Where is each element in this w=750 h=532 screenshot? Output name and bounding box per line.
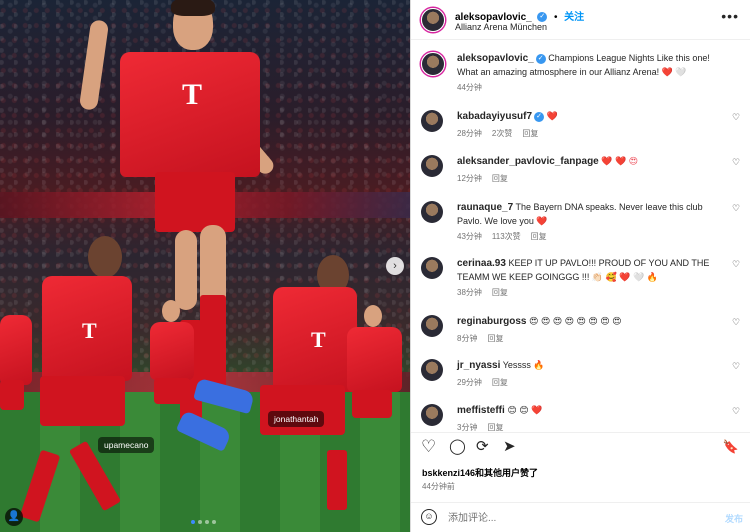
comment-input[interactable] <box>448 509 708 527</box>
tagged-users-icon[interactable]: 👤 <box>5 508 23 526</box>
comment-composer: ☺ 发布 <box>411 502 750 532</box>
carousel-dot <box>212 520 216 524</box>
post-header: aleksopavlovic_ ✓ • 关注 Allianz Arena Mün… <box>411 0 750 40</box>
comment-time: 43分钟 <box>457 232 482 241</box>
carousel-next-button[interactable]: › <box>386 257 404 275</box>
comment-reply-button[interactable]: 回复 <box>492 378 508 387</box>
comment-reply-button[interactable]: 回复 <box>492 288 508 297</box>
commenter-avatar[interactable] <box>421 404 443 426</box>
caption-username[interactable]: aleksopavlovic_ <box>457 53 534 64</box>
comment-text: Yessss 🔥 <box>502 360 545 370</box>
comment-like-icon[interactable]: ♡ <box>732 158 741 167</box>
comment-time: 28分钟 <box>457 128 482 138</box>
likes-summary[interactable]: bskkenzi146和其他用户赞了 <box>422 466 538 479</box>
carousel-dot <box>205 520 209 524</box>
comment-text: ❤️ <box>546 111 558 121</box>
verified-badge-icon: ✓ <box>537 11 548 22</box>
send-icon[interactable]: ➤ <box>503 439 516 455</box>
comments-list[interactable]: aleksopavlovic_ ✓ Champions League Nights… <box>411 44 750 434</box>
more-options-icon[interactable]: ••• <box>721 8 739 24</box>
comment-like-count[interactable]: 2次赞 <box>492 129 512 138</box>
post-timestamp: 44分钟前 <box>422 482 455 491</box>
post-dialog: T T T upamecano jonathantah › 👤 aleksopa… <box>0 0 750 532</box>
comment-like-icon[interactable]: ♡ <box>732 260 741 269</box>
comment-like-icon[interactable]: ♡ <box>732 113 741 122</box>
comment-reply-button[interactable]: 回复 <box>487 423 503 432</box>
player-bg-mid <box>150 300 194 460</box>
comment-username[interactable]: cerinaa.93 <box>457 258 506 269</box>
comment-reply-button[interactable]: 回复 <box>531 232 547 241</box>
post-photo[interactable]: T T T upamecano jonathantah › 👤 <box>0 0 410 532</box>
comment-icon[interactable]: ◯ <box>449 439 466 455</box>
comment-username[interactable]: meffisteffi <box>457 405 505 416</box>
like-icon[interactable]: ♡ <box>421 438 436 455</box>
comment-like-icon[interactable]: ♡ <box>732 407 741 416</box>
comment-like-icon[interactable]: ♡ <box>732 362 741 371</box>
comment-time: 38分钟 <box>457 288 482 297</box>
comment-username[interactable]: reginaburgoss <box>457 316 526 327</box>
commenter-avatar[interactable] <box>421 257 443 279</box>
comment-reply-button[interactable]: 回复 <box>522 129 538 138</box>
post-actions-bar: ♡ ◯ ⟳ ➤ 🔖 <box>411 432 750 462</box>
verified-badge-icon: ✓ <box>534 111 545 122</box>
post-comment-button[interactable]: 发布 <box>725 512 743 525</box>
verified-badge-icon: ✓ <box>535 53 546 64</box>
comment-time: 29分钟 <box>457 377 482 387</box>
emoji-icon[interactable]: ☺ <box>421 509 437 525</box>
author-avatar[interactable] <box>421 8 445 32</box>
photo-tag-jonathantah[interactable]: jonathantah <box>268 411 325 427</box>
comment-username[interactable]: raunaque_7 <box>457 202 513 213</box>
photo-tag-upamecano[interactable]: upamecano <box>98 437 155 453</box>
save-icon[interactable]: 🔖 <box>723 439 739 455</box>
comment-like-count[interactable]: 113次赞 <box>492 232 521 241</box>
comment-reply-button[interactable]: 回复 <box>492 174 508 183</box>
follow-button[interactable]: 关注 <box>564 12 584 23</box>
comment-like-icon[interactable]: ♡ <box>732 204 741 213</box>
carousel-indicator <box>191 520 216 524</box>
commenter-avatar[interactable] <box>421 110 443 132</box>
comment-time: 3分钟 <box>457 422 478 432</box>
comment-text: ❤️ ❤️ 😍 <box>601 156 639 166</box>
comment-time: 8分钟 <box>457 333 478 343</box>
comment-reply-button[interactable]: 回复 <box>487 334 503 343</box>
player-left: T <box>19 236 140 532</box>
comment-text: 😍 😍 😍 😍 😍 😍 😍 😍 <box>528 316 622 326</box>
comment-username[interactable]: jr_nyassi <box>457 360 500 371</box>
post-location[interactable]: Allianz Arena München <box>455 22 547 32</box>
caption-time: 44分钟 <box>457 83 482 92</box>
comment-like-icon[interactable]: ♡ <box>732 318 741 327</box>
player-far-left <box>0 290 34 470</box>
carousel-dot <box>198 520 202 524</box>
commenter-avatar[interactable] <box>421 315 443 337</box>
comment-time: 12分钟 <box>457 173 482 183</box>
carousel-dot <box>191 520 195 524</box>
share-icon[interactable]: ⟳ <box>476 439 489 455</box>
comment-text: 😊 😊 ❤️ <box>507 405 543 415</box>
post-side-panel: aleksopavlovic_ ✓ • 关注 Allianz Arena Mün… <box>410 0 750 532</box>
player-bg-right <box>342 305 402 470</box>
commenter-avatar[interactable] <box>421 201 443 223</box>
commenter-avatar[interactable] <box>421 155 443 177</box>
author-avatar[interactable] <box>421 52 445 76</box>
comment-username[interactable]: kabadayiyusuf7 <box>457 111 532 122</box>
comment-username[interactable]: aleksander_pavlovic_fanpage <box>457 156 599 167</box>
commenter-avatar[interactable] <box>421 359 443 381</box>
